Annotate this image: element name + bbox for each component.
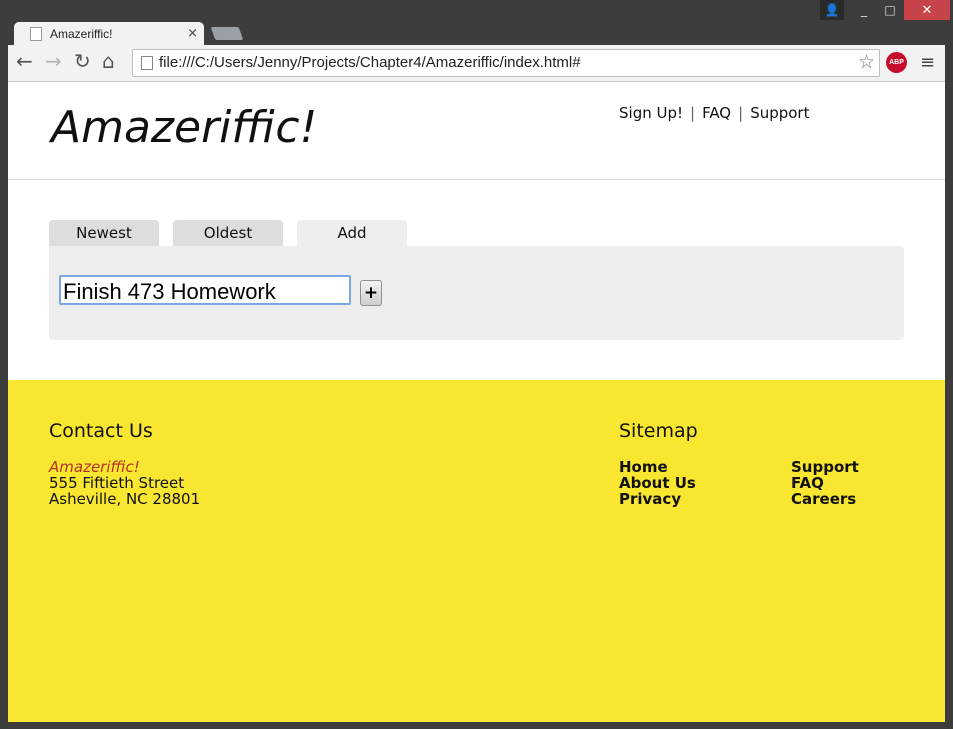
nav-separator: |	[690, 104, 696, 122]
window-titlebar: 👤 _ □ ✕ Amazeriffic! ×	[0, 0, 953, 46]
sitemap-link-about[interactable]: About Us	[619, 475, 696, 491]
user-icon[interactable]: 👤	[820, 0, 844, 20]
sitemap-column: Home About Us Privacy	[619, 459, 696, 507]
tab-content-panel: Finish 473 Homework +	[49, 246, 904, 340]
menu-icon[interactable]: ≡	[920, 52, 935, 73]
address-line: Asheville, NC 28801	[49, 490, 201, 508]
tab-oldest[interactable]: Oldest	[173, 220, 283, 246]
company-name: Amazeriffic!	[49, 458, 140, 476]
browser-tab[interactable]: Amazeriffic! ×	[14, 22, 204, 46]
bookmark-star-icon[interactable]: ☆	[858, 51, 875, 73]
address-bar[interactable]: file:///C:/Users/Jenny/Projects/Chapter4…	[132, 49, 880, 77]
page-viewport: Amazeriffic! Sign Up! | FAQ | Support Newest…	[8, 82, 945, 722]
sitemap-link-support[interactable]: Support	[791, 459, 859, 475]
add-todo-button[interactable]: +	[360, 280, 382, 306]
back-arrow-icon[interactable]: ←	[16, 51, 33, 71]
sitemap-link-faq[interactable]: FAQ	[791, 475, 859, 491]
tab-title: Amazeriffic!	[50, 27, 113, 41]
sitemap-column: Support FAQ Careers	[791, 459, 859, 507]
top-nav: Sign Up! | FAQ | Support	[619, 104, 809, 122]
contact-heading: Contact Us	[49, 420, 153, 442]
tab-add[interactable]: Add	[297, 220, 407, 246]
faq-link[interactable]: FAQ	[702, 104, 731, 122]
sitemap-link-home[interactable]: Home	[619, 459, 696, 475]
browser-toolbar: ← → ↻ ⌂ file:///C:/Users/Jenny/Projects/…	[8, 45, 945, 82]
page-icon	[30, 27, 42, 41]
tab-close-icon[interactable]: ×	[187, 26, 198, 41]
close-window-button[interactable]: ✕	[904, 0, 950, 20]
site-footer: Contact Us Amazeriffic! 555 Fiftieth Str…	[8, 380, 945, 722]
tab-newest[interactable]: Newest	[49, 220, 159, 246]
page-icon	[141, 56, 153, 70]
site-title: Amazeriffic!	[51, 102, 318, 153]
sitemap-heading: Sitemap	[619, 420, 698, 442]
new-tab-button[interactable]	[210, 27, 244, 40]
home-icon[interactable]: ⌂	[102, 51, 115, 71]
main-content: Newest Oldest Add Finish 473 Homework +	[8, 180, 945, 380]
sitemap-link-careers[interactable]: Careers	[791, 491, 859, 507]
adblock-icon[interactable]: ABP	[886, 52, 907, 73]
signup-link[interactable]: Sign Up!	[619, 104, 683, 122]
reload-icon[interactable]: ↻	[74, 51, 91, 71]
site-header: Amazeriffic! Sign Up! | FAQ | Support	[8, 82, 945, 180]
forward-arrow-icon[interactable]: →	[45, 51, 62, 71]
sitemap-link-privacy[interactable]: Privacy	[619, 491, 696, 507]
address-block: Amazeriffic! 555 Fiftieth Street Ashevil…	[49, 459, 200, 507]
todo-input[interactable]: Finish 473 Homework	[59, 275, 351, 305]
url-text[interactable]: file:///C:/Users/Jenny/Projects/Chapter4…	[159, 54, 581, 71]
minimize-button[interactable]: _	[852, 0, 876, 20]
nav-separator: |	[738, 104, 744, 122]
address-line: 555 Fiftieth Street	[49, 474, 185, 492]
maximize-button[interactable]: □	[878, 0, 902, 20]
support-link[interactable]: Support	[750, 104, 809, 122]
